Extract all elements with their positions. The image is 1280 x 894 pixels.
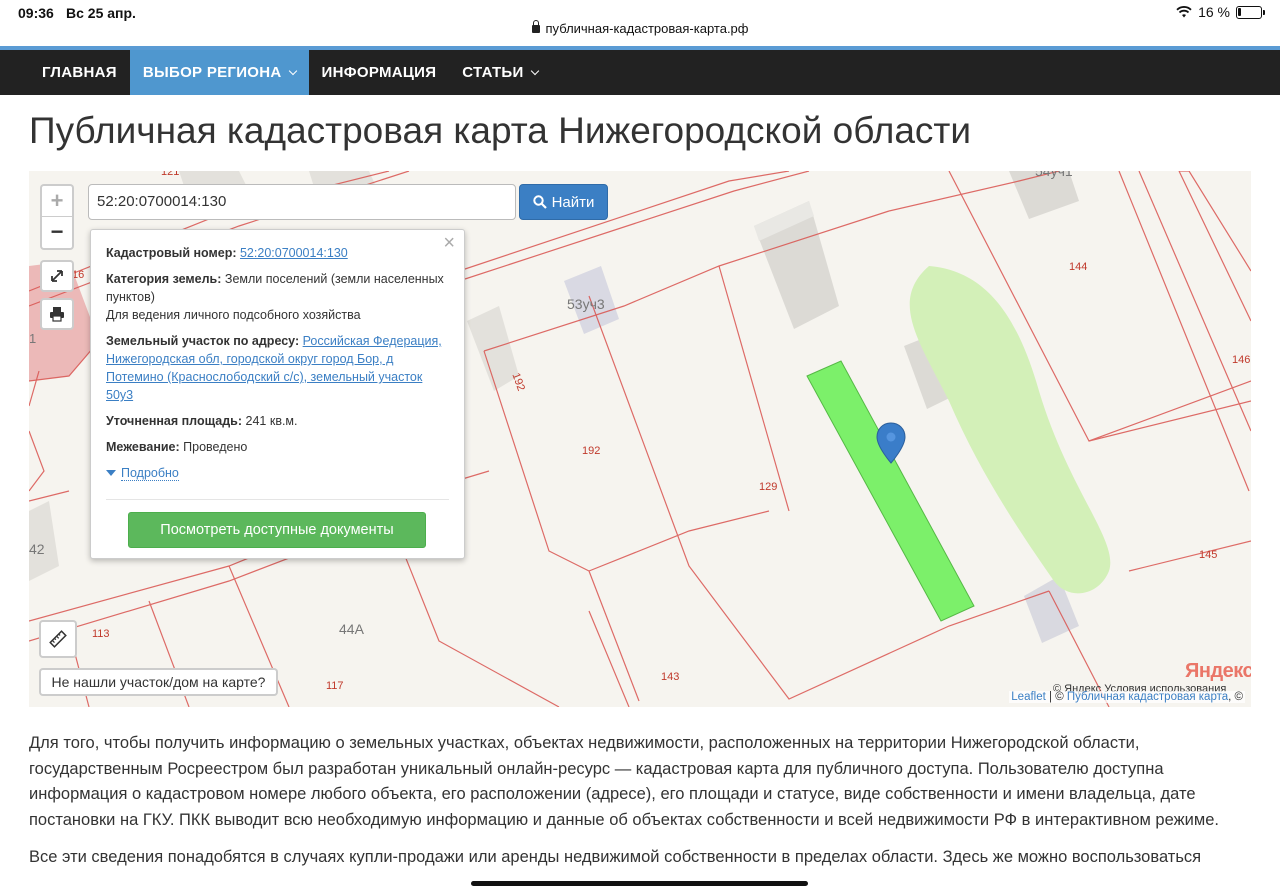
close-icon[interactable]: × [443,233,455,253]
caret-down-icon [106,470,116,476]
battery-percent: 16 % [1198,4,1230,20]
not-found-button[interactable]: Не нашли участок/дом на карте? [39,668,278,696]
article-content: Для того, чтобы получить информацию о зе… [29,731,1251,883]
map-label: 144 [1069,261,1088,273]
pkk-link[interactable]: Публичная кадастровая карта [1067,691,1228,703]
fullscreen-icon [51,270,63,282]
yandex-logo: Яндекс [1185,660,1251,682]
nav-item-articles[interactable]: СТАТЬИ [449,50,550,95]
map-label: 113 [92,628,110,640]
survey-label: Межевание: [106,440,180,454]
wifi-icon [1176,6,1192,18]
popup-divider [106,499,449,500]
battery-icon [1236,5,1265,19]
cad-number-label: Кадастровый номер: [106,246,237,260]
ruler-icon [49,630,67,648]
article-paragraph: Все эти сведения понадобятся в случаях к… [29,848,1202,866]
address-row: Земельный участок по адресу: Российская … [106,332,449,404]
survey-row: Межевание: Проведено [106,438,449,456]
lock-icon [531,20,540,33]
status-time: 09:36 [18,5,54,21]
search-button-label: Найти [551,193,595,211]
chevron-down-icon [288,66,297,76]
article-paragraph: Для того, чтобы получить информацию о зе… [29,734,1219,829]
map-label: 42 [29,541,45,557]
status-date: Вс 25 апр. [66,5,136,21]
view-documents-button[interactable]: Посмотреть доступные документы [128,512,426,548]
map-label: 44А [339,621,364,637]
map-label: 54уч1 [1035,171,1073,179]
battery-level [1238,7,1241,16]
area-label: Уточненная площадь: [106,414,243,428]
status-right: 16 % [1176,4,1265,20]
search-icon [532,195,547,209]
cadastral-map[interactable]: 121 16 1 53уч3 192 192 129 144 146 145 1… [29,171,1251,707]
cadastral-search-input[interactable]: 52:20:0700014:130 [88,184,516,220]
chevron-down-icon [530,66,539,76]
fullscreen-button[interactable] [40,260,74,292]
map-label: 129 [759,481,778,493]
parcel-info-popup: × Кадастровый номер: 52:20:0700014:130 К… [90,229,465,559]
leaflet-link[interactable]: Leaflet [1011,691,1046,703]
map-label: 121 [161,171,180,178]
home-indicator[interactable] [471,881,808,886]
address-bar[interactable]: публичная-кадастровая-карта.рф [0,20,1280,36]
land-category-label: Категория земель: [106,272,222,286]
map-label: 145 [1199,549,1218,561]
land-category-row: Категория земель: Земли поселений (земли… [106,270,449,324]
map-label: 1 [29,331,37,346]
address-label: Земельный участок по адресу: [106,334,300,348]
map-label: 192 [582,445,601,457]
search-button[interactable]: Найти [519,184,608,220]
area-value: 241 кв.м. [245,414,298,428]
nav-item-region[interactable]: ВЫБОР РЕГИОНА [129,50,309,95]
ios-status-bar: 09:36 Вс 25 апр. публичная-кадастровая-к… [0,0,1280,46]
main-nav: ГЛАВНАЯ ВЫБОР РЕГИОНА ИНФОРМАЦИЯ СТАТЬИ [0,50,1280,95]
printer-icon [50,307,64,322]
survey-value: Проведено [183,440,248,454]
zoom-out-button[interactable]: − [42,217,72,248]
more-details-link[interactable]: Подробно [121,466,179,481]
zoom-control: + − [40,184,74,250]
page-title: Публичная кадастровая карта Нижегородско… [29,110,972,151]
print-button[interactable] [40,298,74,330]
map-label: 143 [661,671,680,683]
address-url: публичная-кадастровая-карта.рф [545,21,749,36]
map-attribution: Leaflet | © Публичная кадастровая карта,… [1009,691,1245,703]
land-use-value: Для ведения личного подсобного хозяйства [106,308,361,322]
nav-item-info[interactable]: ИНФОРМАЦИЯ [309,50,450,95]
nav-item-home[interactable]: ГЛАВНАЯ [29,50,130,95]
cad-number-row: Кадастровый номер: 52:20:0700014:130 [106,244,449,262]
map-label: 117 [326,680,344,692]
map-label: 146 [1232,354,1251,366]
area-row: Уточненная площадь: 241 кв.м. [106,412,449,430]
cad-number-link[interactable]: 52:20:0700014:130 [240,246,348,260]
measure-button[interactable] [39,620,77,658]
more-details-toggle[interactable]: Подробно [106,464,449,482]
map-label: 53уч3 [567,296,605,312]
zoom-in-button[interactable]: + [42,186,72,217]
